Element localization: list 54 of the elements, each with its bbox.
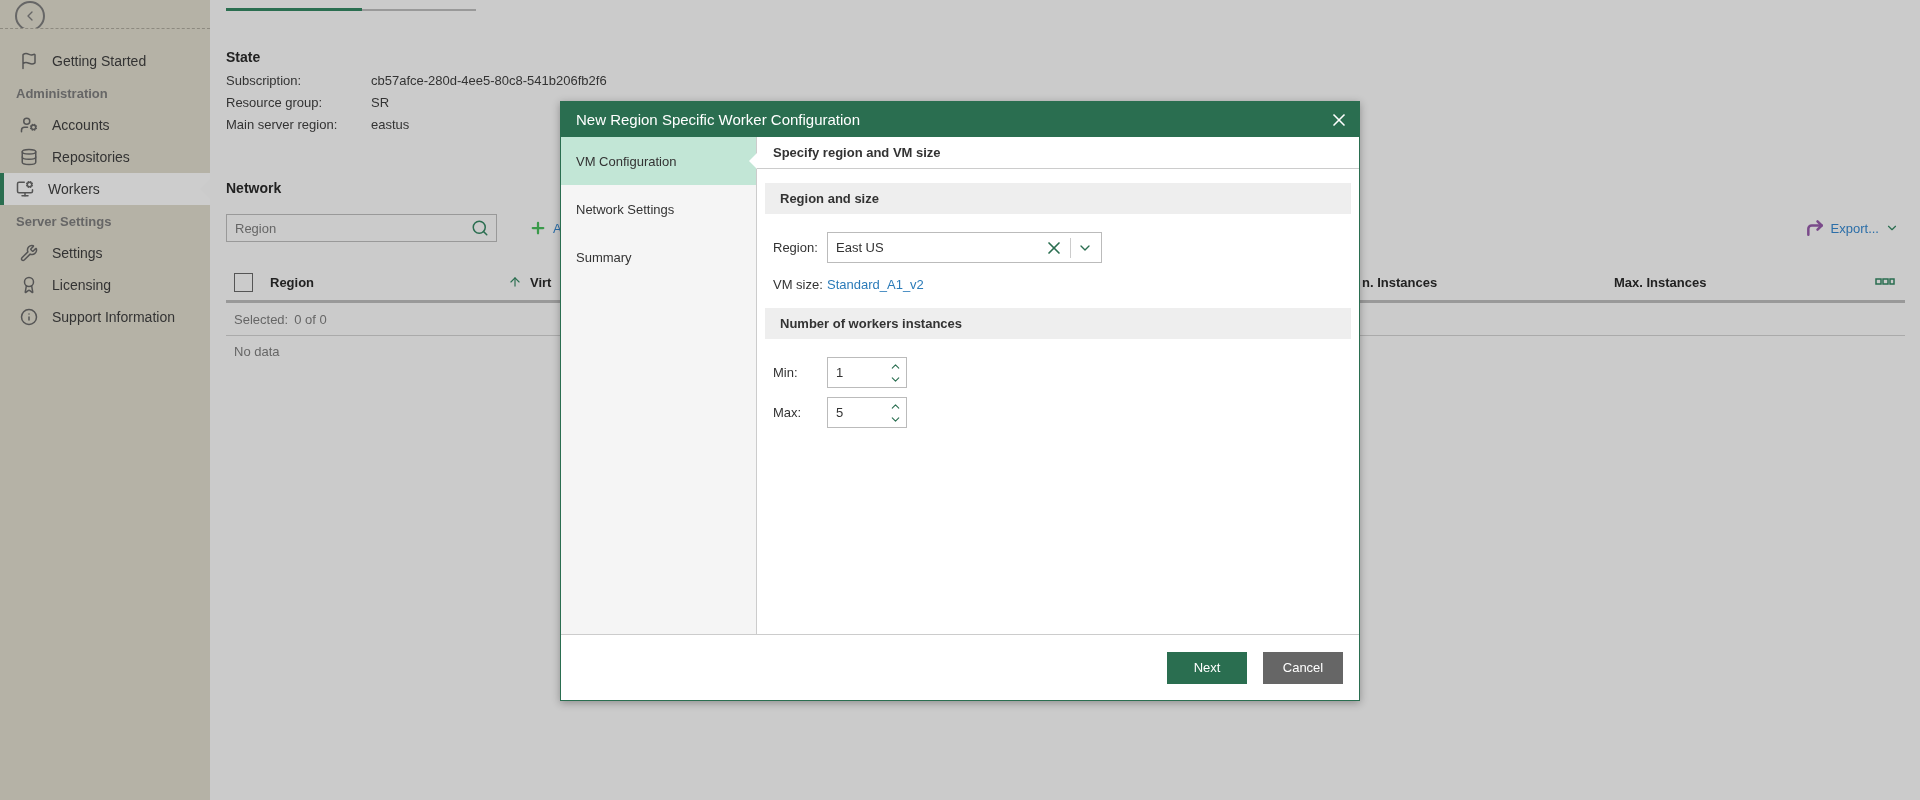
section-title: State xyxy=(226,49,262,65)
section-title: Network xyxy=(226,180,283,196)
wizard-step[interactable]: Network Settings xyxy=(561,185,756,233)
cancel-button[interactable]: Cancel xyxy=(1263,651,1343,684)
wrench-icon xyxy=(20,244,38,262)
field-label: Subscription: xyxy=(226,73,302,88)
sidebar-item[interactable]: Repositories xyxy=(0,141,210,173)
wizard-step[interactable]: VM Configuration xyxy=(561,137,756,185)
select-all-checkbox[interactable] xyxy=(234,272,253,292)
back-button[interactable] xyxy=(15,1,45,28)
info-icon xyxy=(20,308,38,326)
empty-message: No data xyxy=(234,343,280,359)
sidebar-item[interactable]: Getting Started xyxy=(0,45,210,77)
field-label: VM size: xyxy=(773,277,824,292)
column-header[interactable]: Max. Instances xyxy=(1614,274,1707,290)
sidebar-section-header: Server Settings xyxy=(15,212,113,231)
sidebar-item[interactable]: Support Information xyxy=(0,301,210,333)
arrow-icon xyxy=(1804,218,1825,238)
sidebar-item[interactable]: Workers xyxy=(0,173,210,205)
field-value: eastus xyxy=(371,117,410,132)
plus-icon xyxy=(529,219,547,237)
dialog-title: New Region Specific Worker Configuration xyxy=(576,111,862,128)
region-combobox[interactable]: East US xyxy=(827,232,1102,263)
vm-size-link[interactable]: Standard_A1_v2 xyxy=(827,277,924,292)
step-heading: Specify region and VM size xyxy=(773,145,941,160)
column-header[interactable]: Virt xyxy=(530,274,552,290)
selected-label: Selected: xyxy=(234,311,289,327)
number-spinner[interactable]: 1 xyxy=(827,357,907,388)
monitor-gear-icon xyxy=(16,180,34,198)
section-header: Region and size xyxy=(765,183,1351,214)
column-header[interactable]: n. Instances xyxy=(1362,274,1438,290)
selected-count: 0 of 0 xyxy=(294,311,327,327)
number-spinner[interactable]: 5 xyxy=(827,397,907,428)
sidebar-item[interactable]: Settings xyxy=(0,237,210,269)
sidebar-item[interactable]: Licensing xyxy=(0,269,210,301)
user-icon xyxy=(20,116,38,134)
search-icon[interactable] xyxy=(471,219,489,237)
sidebar-item[interactable]: Accounts xyxy=(0,109,210,141)
field-label: Max: xyxy=(773,405,803,420)
column-header[interactable]: Region xyxy=(270,274,315,290)
field-label: Resource group: xyxy=(226,95,323,110)
field-value: SR xyxy=(371,95,390,110)
field-label: Region: xyxy=(773,240,819,255)
section-header: Number of workers instances xyxy=(765,308,1351,339)
database-icon xyxy=(20,148,38,166)
column-options-icon[interactable] xyxy=(1875,278,1895,286)
next-button[interactable]: Next xyxy=(1167,651,1247,684)
flag-icon xyxy=(20,52,38,70)
search-field[interactable]: Region xyxy=(226,214,497,242)
wizard-step[interactable]: Summary xyxy=(561,233,756,281)
field-value: cb57afce-280d-4ee5-80c8-541b206fb2f6 xyxy=(371,73,607,88)
sidebar-section-header: Administration xyxy=(15,84,109,103)
field-label: Main server region: xyxy=(226,117,338,132)
field-label: Min: xyxy=(773,365,799,380)
